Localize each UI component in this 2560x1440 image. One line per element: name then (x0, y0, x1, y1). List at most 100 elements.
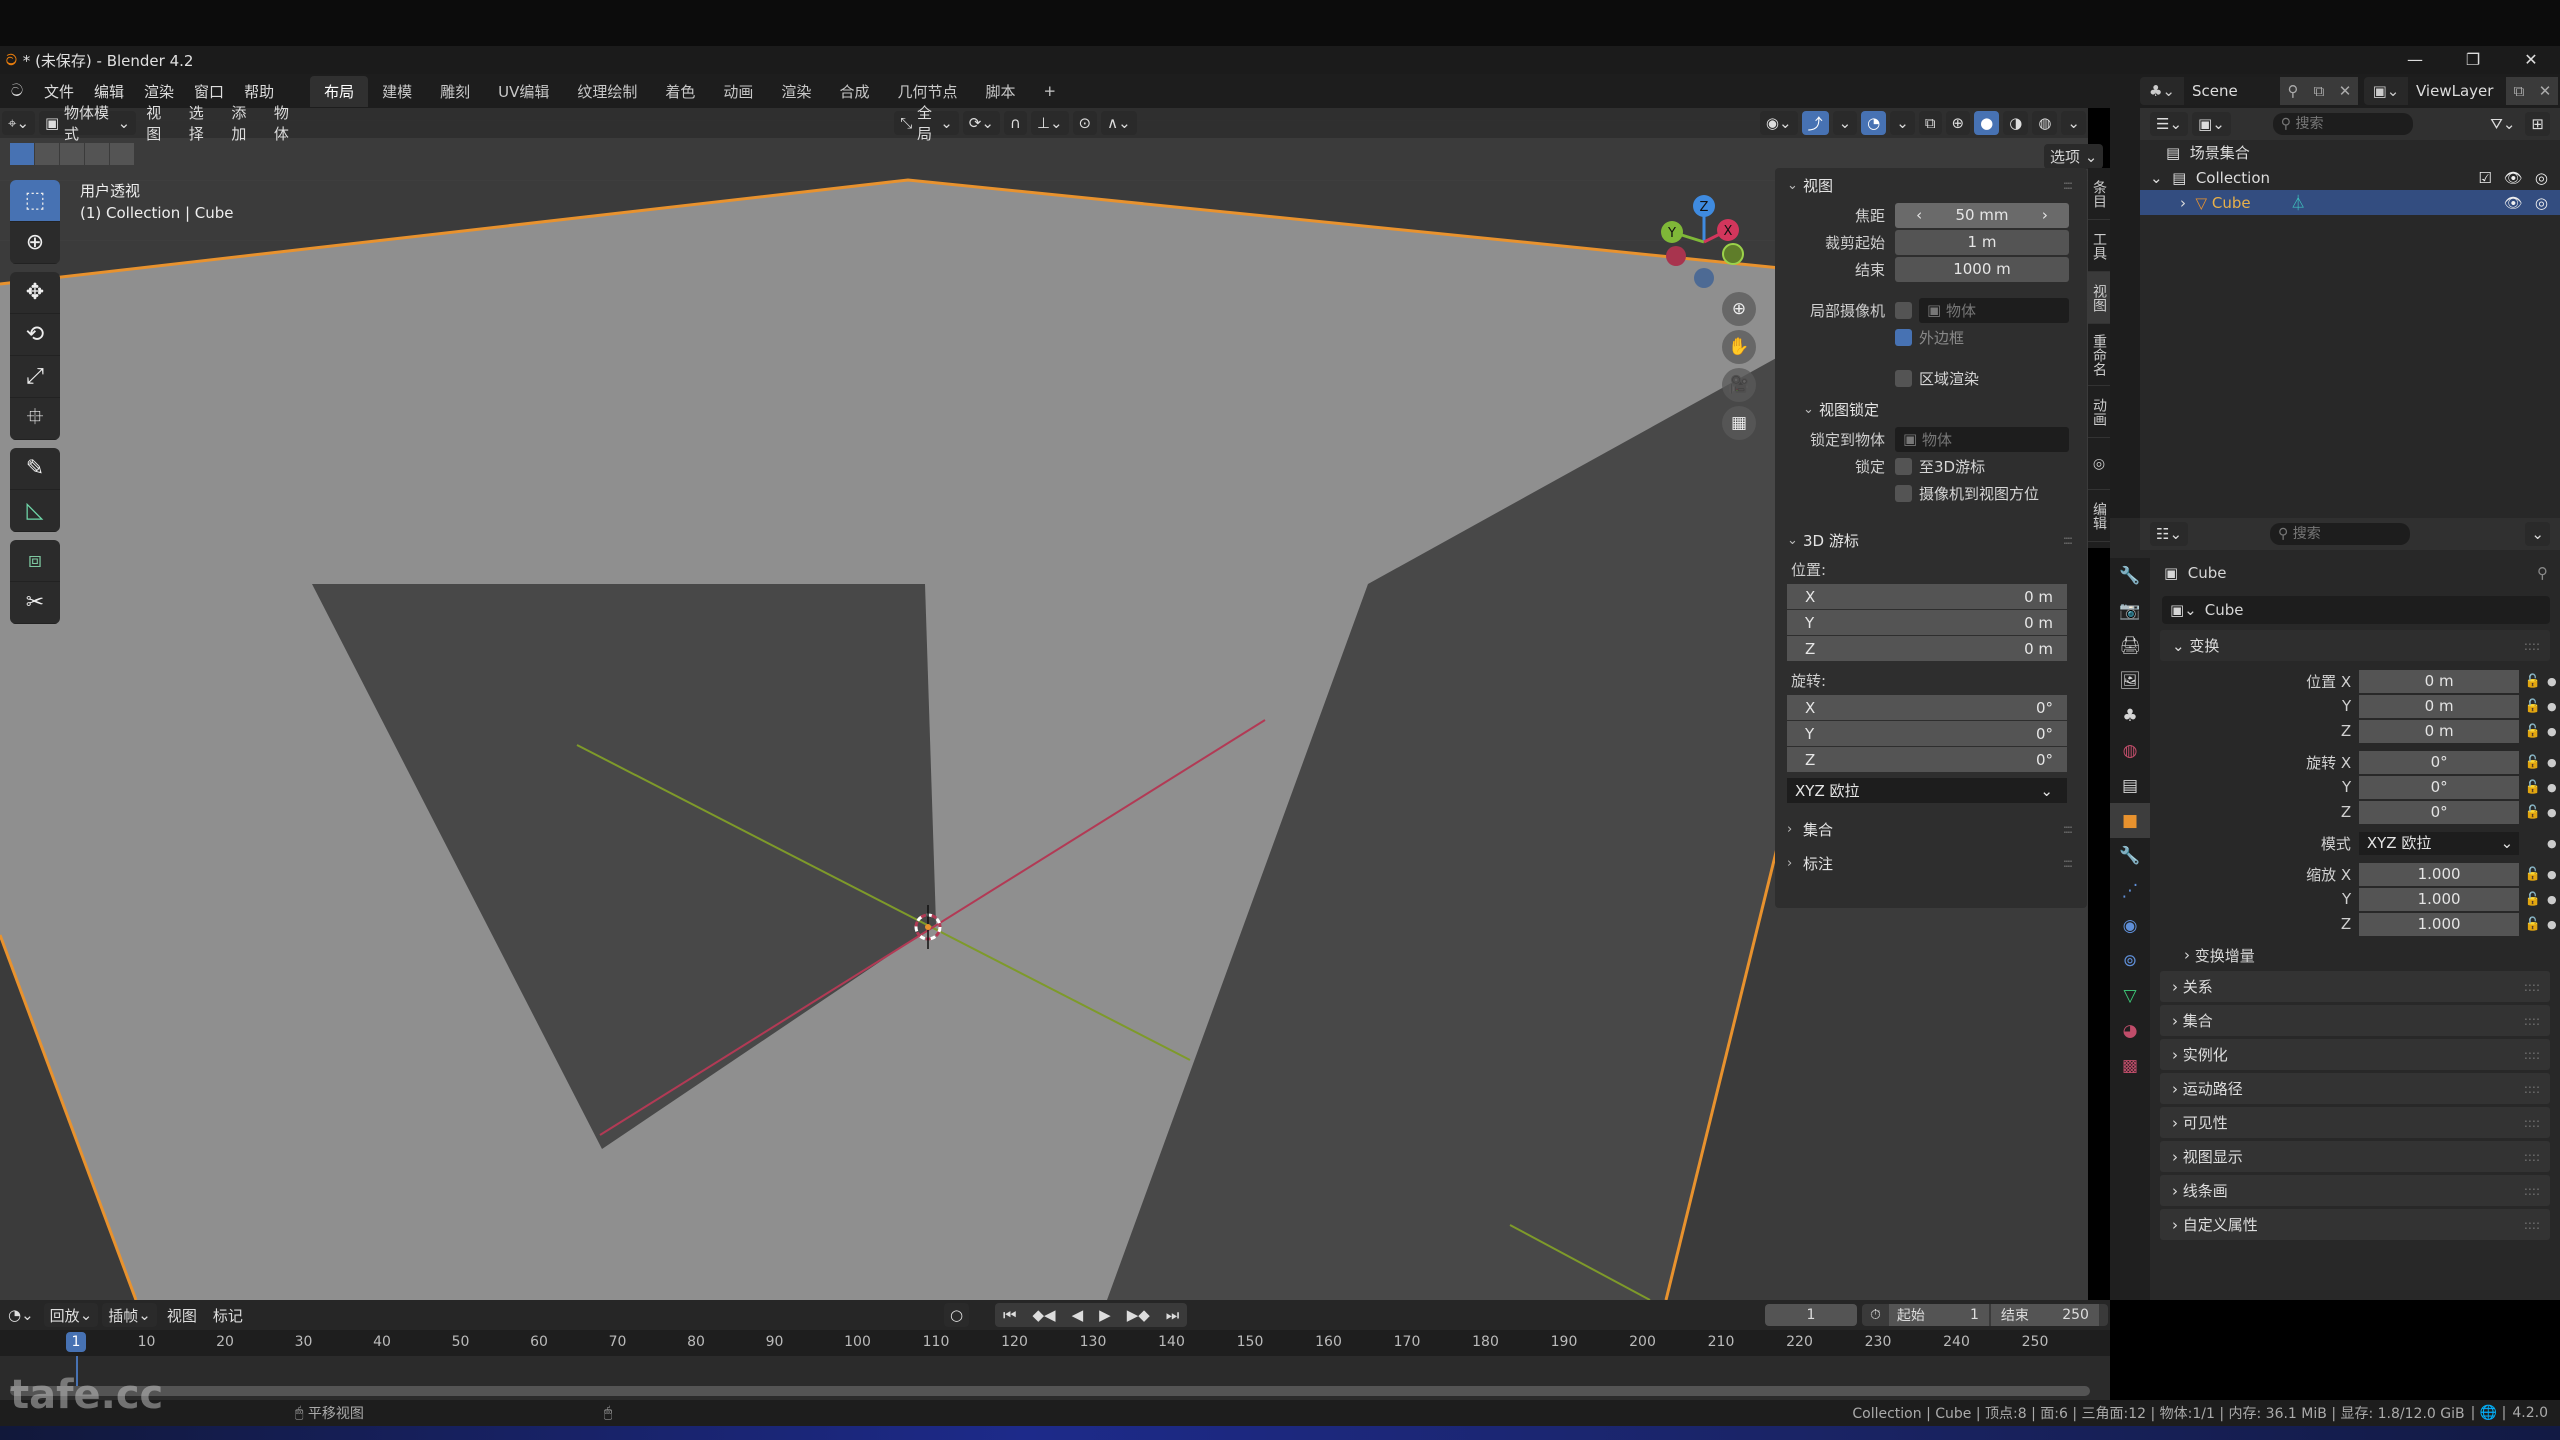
playback-menu[interactable]: 回放 ⌄ (43, 1303, 99, 1327)
drag-grip-icon[interactable]: :::: (2524, 1082, 2540, 1096)
outliner-row-collection[interactable]: ⌄ ▤ Collection ☑ 👁 ◎ (2140, 165, 2560, 190)
clip-end-field[interactable]: 1000 m (1895, 256, 2069, 282)
instancing-section[interactable]: › 实例化:::: (2160, 1039, 2550, 1070)
gizmo-toggle[interactable]: ⤴ (1801, 111, 1829, 135)
view-section-header[interactable]: ⌄ 视图:::: (1775, 168, 2087, 202)
sidebar-tab-animation[interactable]: 动画 (2088, 386, 2110, 438)
tool-tab-icon[interactable]: 🔧 (2110, 558, 2150, 593)
collections-section[interactable]: › 集合:::: (2160, 1005, 2550, 1036)
play-button[interactable]: ▶ (1093, 1303, 1117, 1327)
editor-type-button[interactable]: ◔⌄ (2, 1303, 40, 1327)
rotation-y-field[interactable]: 0° (2359, 775, 2520, 799)
editor-type-button[interactable]: ☷⌄ (2150, 522, 2189, 546)
drag-grip-icon[interactable]: :::: (2524, 1218, 2540, 1232)
sidebar-tab-view[interactable]: 视图 (2088, 272, 2110, 324)
custom-properties-section[interactable]: › 自定义属性:::: (2160, 1209, 2550, 1240)
scene-name-field[interactable]: Scene (2184, 77, 2280, 105)
drag-grip-icon[interactable]: :::: (2524, 639, 2540, 653)
menu-file[interactable]: 文件 (34, 81, 84, 102)
maximize-button[interactable]: ❐ (2444, 46, 2502, 74)
keying-menu[interactable]: 插帧 ⌄ (102, 1303, 157, 1327)
move-tool[interactable]: ✥ (10, 272, 60, 314)
eye-icon[interactable]: 👁 (2504, 169, 2523, 187)
editor-type-button[interactable]: ☰⌄ (2150, 112, 2189, 136)
drag-grip-icon[interactable]: :::: (2524, 1048, 2540, 1062)
filter-dropdown[interactable]: ⛛⌄ (2484, 112, 2521, 136)
sidebar-tab-tool[interactable]: 工具 (2088, 220, 2110, 272)
snap-target-dropdown[interactable]: ⊥⌄ (1030, 111, 1069, 135)
workspace-tab-scripting[interactable]: 脚本 (971, 76, 1029, 107)
scene-selector[interactable]: ♣⌄ Scene ⚲ ⧉ ✕ (2140, 77, 2358, 105)
navigation-gizmo[interactable]: Z Y X ⊕ ✋ 🎥 ▦ (1640, 180, 1770, 440)
lock-icon[interactable]: 🔓 (2519, 892, 2547, 907)
keyframe-dot-icon[interactable]: ● (2547, 675, 2560, 688)
select-new-button[interactable] (10, 143, 34, 165)
clip-start-field[interactable]: 1 m (1895, 229, 2069, 255)
menu-add[interactable]: 添加 (225, 104, 264, 143)
exclude-checkbox[interactable]: ☑ (2478, 169, 2491, 187)
drag-grip-icon[interactable]: :::: (2524, 1150, 2540, 1164)
shading-dropdown[interactable]: ⌄ (2061, 111, 2086, 135)
object-datablock-icon[interactable]: ▣⌄ (2162, 601, 2205, 619)
keyframe-dot-icon[interactable]: ● (2547, 725, 2560, 738)
view-lock-header[interactable]: ⌄ 视图锁定 (1775, 392, 2087, 426)
constraints-tab-icon[interactable]: ⊚ (2110, 943, 2150, 978)
select-intersect-button[interactable] (110, 143, 134, 165)
workspace-tab-rendering[interactable]: 渲染 (767, 76, 825, 107)
pin-icon[interactable]: ⚲ (2280, 77, 2306, 105)
sidebar-tab-rename[interactable]: 重命名 (2088, 324, 2110, 386)
add-workspace-button[interactable]: + (1029, 77, 1070, 105)
solid-shading-button[interactable]: ● (1974, 111, 2000, 135)
scale-tool[interactable]: ⤢ (10, 356, 60, 398)
menu-object[interactable]: 物体 (268, 104, 307, 143)
object-datablock-field[interactable]: ▣⌄ Cube (2162, 596, 2550, 624)
camera-render-icon[interactable]: ◎ (2535, 194, 2548, 212)
axis-gizmo[interactable]: Z Y X (1640, 180, 1770, 290)
particles-tab-icon[interactable]: ⋰ (2110, 873, 2150, 908)
workspace-tab-modeling[interactable]: 建模 (368, 76, 426, 107)
add-cube-tool[interactable]: ⧈ (10, 540, 60, 582)
mesh-data-tab-icon[interactable]: ▽ (2110, 978, 2150, 1013)
delete-scene-icon[interactable]: ✕ (2332, 77, 2358, 105)
drag-grip-icon[interactable]: :::: (2063, 533, 2073, 547)
drag-grip-icon[interactable]: :::: (2524, 1184, 2540, 1198)
drag-grip-icon[interactable]: :::: (2524, 1014, 2540, 1028)
playhead[interactable]: 1 (66, 1332, 86, 1352)
scale-x-field[interactable]: 1.000 (2359, 862, 2520, 886)
drag-grip-icon[interactable]: :::: (2524, 980, 2540, 994)
camera-render-icon[interactable]: ◎ (2535, 169, 2548, 187)
menu-edit[interactable]: 编辑 (84, 81, 134, 102)
stopwatch-icon[interactable]: ⏱ (1862, 1307, 1889, 1323)
cursor-rotation-z[interactable]: Z 0° (1787, 747, 2067, 772)
drag-grip-icon[interactable]: :::: (2063, 856, 2073, 870)
lock-icon[interactable]: 🔓 (2519, 724, 2547, 739)
options-dropdown[interactable]: ⌄ (2525, 522, 2550, 546)
render-tab-icon[interactable]: 📷 (2110, 593, 2150, 628)
proportional-edit-toggle[interactable]: ⊙ (1072, 111, 1098, 135)
keyframe-dot-icon[interactable]: ● (2547, 837, 2560, 850)
measure-tool[interactable]: ◺ (10, 490, 60, 532)
pin-icon[interactable]: ⚲ (2537, 564, 2548, 582)
minimize-button[interactable]: — (2386, 46, 2444, 74)
auto-keying-toggle[interactable]: ○ (944, 1303, 970, 1327)
marker-menu[interactable]: 标记 (207, 1303, 249, 1327)
drag-grip-icon[interactable]: :::: (2063, 178, 2073, 192)
blender-menu-icon[interactable]: ට (0, 81, 34, 101)
camera-view-button[interactable]: 🎥 (1722, 368, 1756, 402)
transform-tool[interactable]: ⯐ (10, 398, 60, 440)
cursor-location-y[interactable]: Y 0 m (1787, 610, 2067, 635)
delta-transform-header[interactable]: › 变换增量 (2154, 942, 2560, 968)
close-button[interactable]: ✕ (2502, 46, 2560, 74)
material-shading-button[interactable]: ◑ (2003, 111, 2029, 135)
pivot-point-dropdown[interactable]: ⟳⌄ (962, 111, 1000, 135)
annotation-section-header[interactable]: › 标注:::: (1775, 846, 2087, 880)
overlay-dropdown[interactable]: ⌄ (1890, 111, 1915, 135)
world-tab-icon[interactable]: ◍ (2110, 733, 2150, 768)
cursor-location-z[interactable]: Z 0 m (1787, 636, 2067, 661)
camera-to-view-checkbox[interactable] (1895, 484, 1912, 502)
workspace-tab-sculpting[interactable]: 雕刻 (426, 76, 484, 107)
gizmo-dropdown[interactable]: ⌄ (1832, 111, 1858, 135)
cursor-location-x[interactable]: X 0 m (1787, 584, 2067, 609)
keyframe-dot-icon[interactable]: ● (2547, 781, 2560, 794)
drag-grip-icon[interactable]: :::: (2063, 822, 2073, 836)
